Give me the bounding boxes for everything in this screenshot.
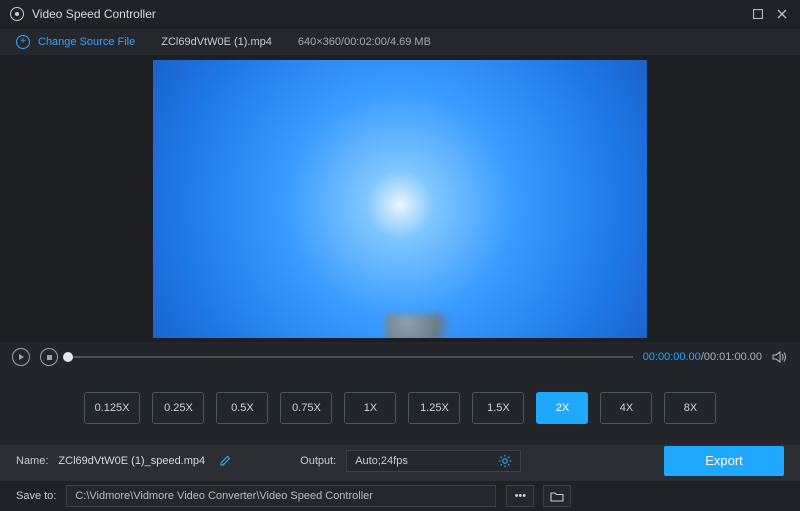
close-button[interactable]	[770, 4, 794, 24]
ellipsis-icon: •••	[515, 490, 527, 502]
output-format-value: Auto;24fps	[355, 455, 408, 467]
save-path-input[interactable]: C:\Vidmore\Vidmore Video Converter\Video…	[66, 485, 496, 507]
speed-btn-1x[interactable]: 1X	[344, 392, 396, 424]
export-button[interactable]: Export	[664, 446, 784, 476]
preview-area	[0, 56, 800, 342]
source-meta: 640×360/00:02:00/4.69 MB	[298, 36, 431, 48]
speed-btn-0.5x[interactable]: 0.5X	[216, 392, 268, 424]
seek-bar[interactable]	[68, 356, 633, 358]
video-preview[interactable]	[153, 60, 647, 338]
name-value: ZCl69dVtW0E (1)_speed.mp4	[58, 455, 205, 467]
speed-btn-4x[interactable]: 4X	[600, 392, 652, 424]
speed-btn-2x[interactable]: 2X	[536, 392, 588, 424]
time-current: 00:00:00.00	[643, 351, 701, 363]
pencil-icon[interactable]	[219, 454, 232, 467]
titlebar: Video Speed Controller	[0, 0, 800, 28]
plus-circle-icon: +	[16, 35, 30, 49]
change-source-button[interactable]: + Change Source File	[16, 35, 135, 49]
seek-track	[68, 356, 633, 358]
output-format-select[interactable]: Auto;24fps	[346, 450, 521, 472]
stop-button[interactable]	[40, 348, 58, 366]
output-config-row: Name: ZCl69dVtW0E (1)_speed.mp4 Output: …	[0, 444, 800, 476]
speed-btn-0.25x[interactable]: 0.25X	[152, 392, 204, 424]
folder-icon	[550, 491, 564, 502]
speed-btn-0.125x[interactable]: 0.125X	[84, 392, 141, 424]
gear-icon[interactable]	[498, 454, 512, 468]
speed-btn-1.5x[interactable]: 1.5X	[472, 392, 524, 424]
volume-button[interactable]	[772, 349, 788, 365]
browse-folder-button[interactable]: •••	[506, 485, 534, 507]
open-folder-button[interactable]	[543, 485, 571, 507]
change-source-label: Change Source File	[38, 36, 135, 48]
app-logo-icon	[10, 7, 24, 21]
time-display: 00:00:00.00/00:01:00.00	[643, 351, 762, 363]
save-label: Save to:	[16, 490, 56, 502]
name-label: Name:	[16, 455, 48, 467]
playback-row: 00:00:00.00/00:01:00.00	[0, 342, 800, 372]
seek-thumb[interactable]	[63, 352, 73, 362]
output-label: Output:	[300, 455, 336, 467]
play-button[interactable]	[12, 348, 30, 366]
speed-btn-8x[interactable]: 8X	[664, 392, 716, 424]
time-total: 00:01:00.00	[704, 351, 762, 363]
app-title: Video Speed Controller	[32, 7, 746, 21]
preview-foreground-blob	[386, 314, 456, 338]
source-row: + Change Source File ZCl69dVtW0E (1).mp4…	[0, 28, 800, 56]
speed-btn-1.25x[interactable]: 1.25X	[408, 392, 460, 424]
speed-btn-0.75x[interactable]: 0.75X	[280, 392, 332, 424]
maximize-button[interactable]	[746, 4, 770, 24]
source-filename: ZCl69dVtW0E (1).mp4	[161, 36, 272, 48]
save-path-value: C:\Vidmore\Vidmore Video Converter\Video…	[75, 490, 373, 502]
save-row: Save to: C:\Vidmore\Vidmore Video Conver…	[0, 481, 800, 511]
speed-row: 0.125X 0.25X 0.5X 0.75X 1X 1.25X 1.5X 2X 4X 8X	[0, 372, 800, 444]
